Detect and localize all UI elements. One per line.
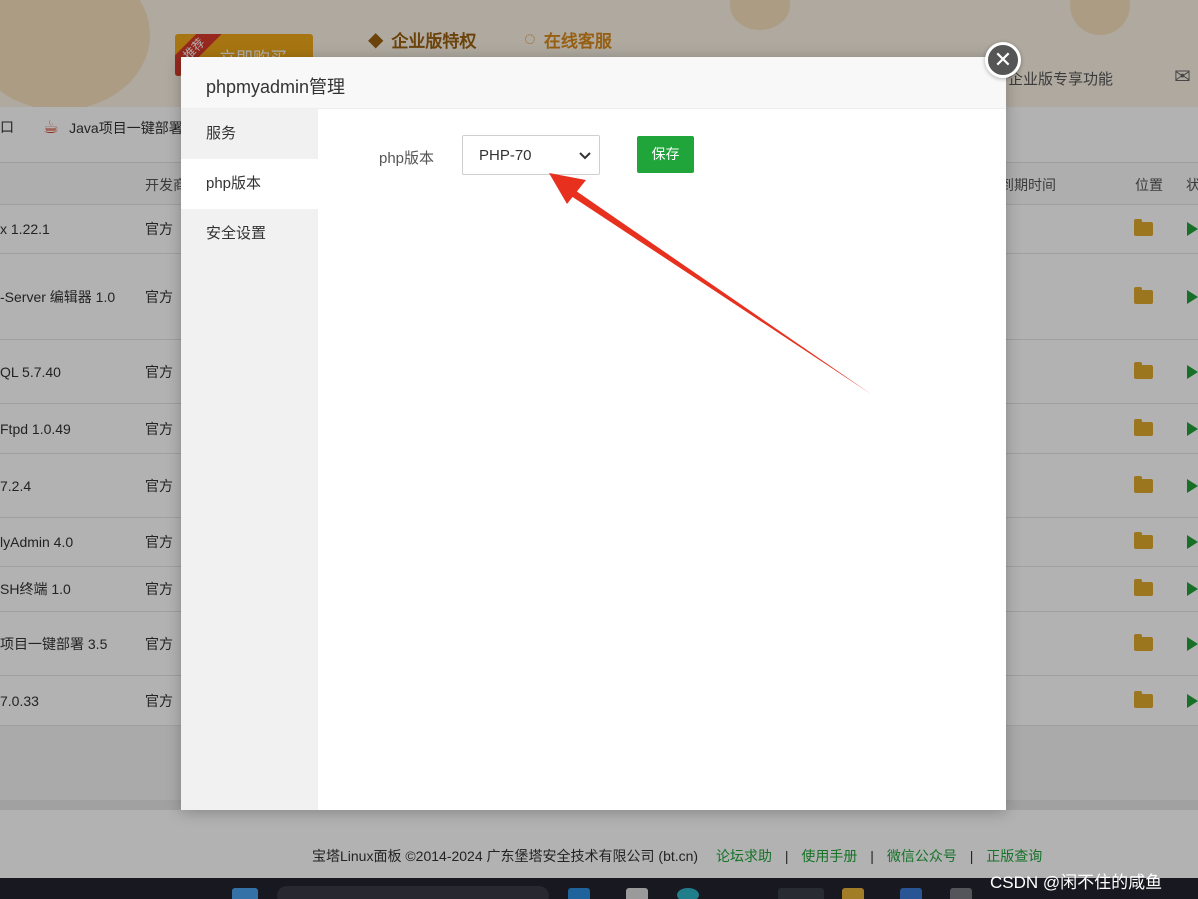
phpmyadmin-dialog: phpmyadmin管理 服务 php版本 安全设置 php版本 PHP-70 … bbox=[181, 57, 1006, 810]
php-version-label: php版本 bbox=[379, 150, 435, 167]
chevron-down-icon bbox=[579, 152, 591, 160]
dialog-title-bar: phpmyadmin管理 bbox=[181, 57, 1006, 109]
save-button[interactable]: 保存 bbox=[637, 136, 694, 173]
csdn-watermark: CSDN @闲不住的咸鱼 bbox=[990, 873, 1163, 892]
close-icon[interactable]: ✕ bbox=[985, 42, 1021, 78]
menu-item-service[interactable]: 服务 bbox=[181, 109, 318, 159]
php-version-value: PHP-70 bbox=[479, 147, 532, 164]
menu-item-php-version[interactable]: php版本 bbox=[181, 159, 318, 209]
dialog-title: phpmyadmin管理 bbox=[206, 77, 346, 97]
menu-item-security[interactable]: 安全设置 bbox=[181, 209, 318, 259]
php-version-select[interactable]: PHP-70 bbox=[462, 135, 600, 175]
dialog-side-menu: 服务 php版本 安全设置 bbox=[181, 109, 318, 810]
dialog-content: php版本 PHP-70 保存 bbox=[318, 109, 1006, 810]
